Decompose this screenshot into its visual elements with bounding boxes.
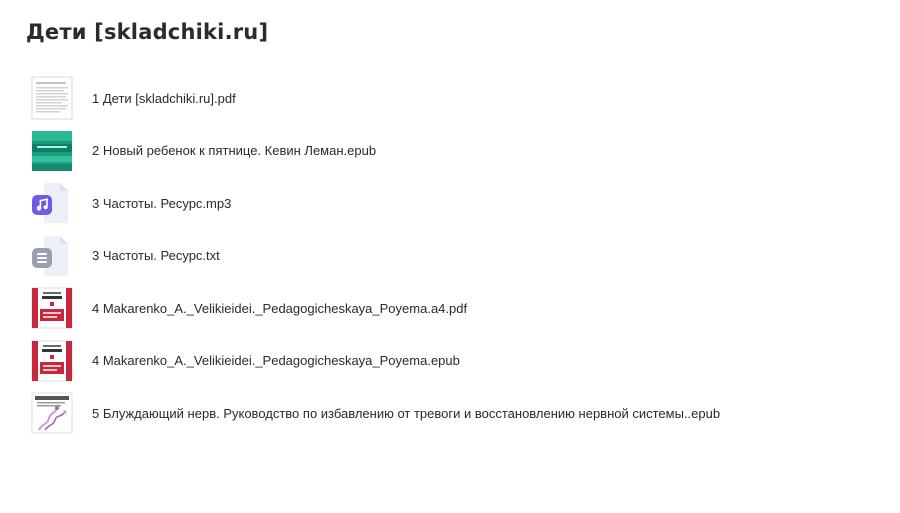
file-name: 2 Новый ребенок к пятнице. Кевин Леман.e…	[92, 143, 377, 159]
folder-title: Дети [skladchiki.ru]	[26, 20, 269, 44]
nerve-book-cover-thumbnail	[30, 391, 74, 435]
file-name: 4 Makarenko_A._Velikieidei._Pedagogiches…	[92, 353, 460, 369]
red-book-cover-thumbnail	[30, 286, 74, 330]
text-file-icon	[30, 234, 74, 278]
file-item-7[interactable]: 5 Блуждающий нерв. Руководство по избавл…	[30, 387, 890, 440]
red-book-cover-thumbnail	[30, 339, 74, 383]
file-name: 4 Makarenko_A._Velikieidei._Pedagogiches…	[92, 300, 468, 316]
file-item-6[interactable]: 4 Makarenko_A._Velikieidei._Pedagogiches…	[30, 335, 890, 388]
file-name: 5 Блуждающий нерв. Руководство по избавл…	[92, 405, 721, 421]
file-list: 1 Дети [skladchiki.ru].pdf 2 Новый ребен…	[30, 72, 890, 440]
music-file-icon	[30, 181, 74, 225]
green-book-cover-thumbnail	[30, 129, 74, 173]
file-item-1[interactable]: 1 Дети [skladchiki.ru].pdf	[30, 72, 890, 125]
file-name: 1 Дети [skladchiki.ru].pdf	[92, 90, 236, 106]
file-item-2[interactable]: 2 Новый ребенок к пятнице. Кевин Леман.e…	[30, 125, 890, 178]
file-item-4[interactable]: 3 Частоты. Ресурс.txt	[30, 230, 890, 283]
file-item-3[interactable]: 3 Частоты. Ресурс.mp3	[30, 177, 890, 230]
document-page-thumbnail	[30, 76, 74, 120]
file-name: 3 Частоты. Ресурс.mp3	[92, 195, 232, 211]
file-name: 3 Частоты. Ресурс.txt	[92, 248, 220, 264]
file-item-5[interactable]: 4 Makarenko_A._Velikieidei._Pedagogiches…	[30, 282, 890, 335]
